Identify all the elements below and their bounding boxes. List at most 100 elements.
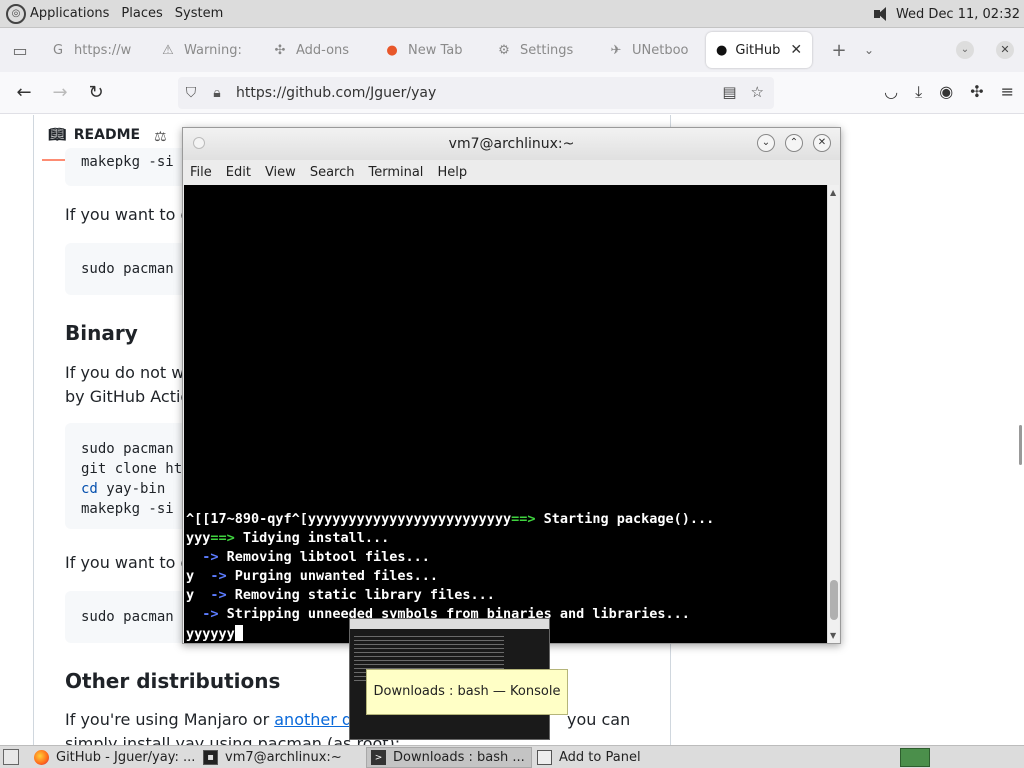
taskbar-item-firefox[interactable]: GitHub - Jguer/yay: ...	[30, 747, 198, 768]
taskbar-label: GitHub - Jguer/yay: ...	[56, 750, 196, 765]
terminal-text: y	[186, 568, 211, 584]
maximize-icon[interactable]: ⌃	[785, 134, 803, 152]
firefox-view-icon[interactable]: ▭	[0, 28, 40, 72]
code-line: makepkg -si	[81, 154, 174, 170]
code-block[interactable]: sudo pacman -	[65, 243, 195, 295]
google-icon: G	[52, 42, 64, 58]
terminal-cursor	[234, 625, 243, 641]
nav-bar: ← → ↻ ⛉ 🔒︎ https://github.com/Jguer/yay …	[0, 72, 1024, 114]
tab-label: New Tab	[408, 42, 463, 58]
distro-logo-icon[interactable]: ◎	[6, 3, 26, 24]
readme-tab[interactable]: 📖︎ README	[48, 127, 140, 143]
forward-icon[interactable]: →	[42, 77, 78, 109]
tab-new-tab[interactable]: ● New Tab	[374, 32, 484, 68]
account-icon[interactable]: ◉	[939, 82, 953, 102]
minimize-icon[interactable]: ⌄	[757, 134, 775, 152]
terminal-screen[interactable]: ^[[17~890-qyf^[yyyyyyyyyyyyyyyyyyyyyyyyy…	[184, 185, 828, 643]
terminal-window[interactable]: vm7@archlinux:~ ⌄ ⌃ ✕ File Edit View Sea…	[182, 127, 841, 644]
reader-view-icon[interactable]: ▤	[722, 83, 736, 101]
warning-icon: ⚠	[162, 42, 174, 58]
pocket-icon[interactable]: ◡	[884, 82, 898, 102]
terminal-scrollbar[interactable]: ▲ ▼	[827, 185, 839, 643]
tab-strip: ▭ G https://w ⚠ Warning: ✣ Add-ons ● New…	[0, 28, 1024, 72]
code-line: sudo pacman -	[81, 441, 191, 457]
book-icon: 📖︎	[48, 127, 66, 143]
menu-view[interactable]: View	[265, 165, 296, 180]
clock[interactable]: Wed Dec 11, 02:32	[896, 7, 1020, 22]
new-tab-icon[interactable]: +	[824, 40, 854, 61]
tab-addons[interactable]: ✣ Add-ons	[262, 32, 372, 68]
scroll-down-icon[interactable]: ▼	[830, 631, 836, 640]
extensions-icon[interactable]: ✣	[970, 82, 983, 102]
close-icon[interactable]: ✕	[813, 134, 831, 152]
top-panel: ◎ Applications Places System Wed Dec 11,…	[0, 0, 1024, 28]
bookmark-star-icon[interactable]: ☆	[751, 83, 764, 101]
taskbar-label: Downloads : bash ...	[393, 750, 525, 765]
terminal-text: yyyyyy	[186, 626, 235, 642]
shield-icon[interactable]: ⛉	[178, 85, 204, 101]
code-line: cd yay-bin	[81, 479, 179, 499]
tab-label: UNetboo	[632, 42, 689, 58]
tab-unetbootin[interactable]: ✈ UNetboo	[598, 32, 704, 68]
applications-menu[interactable]: Applications	[30, 6, 109, 21]
menu-file[interactable]: File	[190, 165, 212, 180]
code-line: sudo pacman -	[81, 261, 191, 277]
tab-warning[interactable]: ⚠ Warning:	[150, 32, 260, 68]
preview-titlebar	[350, 619, 549, 629]
code-text: yay-bin	[97, 481, 166, 497]
license-scale-icon[interactable]: ⚖	[154, 129, 167, 145]
taskbar-item-konsole[interactable]: > Downloads : bash ...	[366, 747, 532, 768]
terminal-titlebar[interactable]: vm7@archlinux:~ ⌄ ⌃ ✕	[183, 128, 840, 160]
list-tabs-icon[interactable]: ⌄	[854, 43, 884, 57]
firefox-icon: ●	[386, 42, 398, 58]
system-menu[interactable]: System	[175, 6, 223, 21]
terminal-text: Purging unwanted files...	[226, 568, 438, 584]
back-icon[interactable]: ←	[6, 77, 42, 109]
show-desktop-icon[interactable]	[3, 749, 19, 765]
taskbar-label: Add to Panel	[559, 750, 641, 765]
menu-search[interactable]: Search	[310, 165, 355, 180]
code-block[interactable]: sudo pacman -	[65, 591, 195, 643]
menu-help[interactable]: Help	[437, 165, 467, 180]
tab-google[interactable]: G https://w	[40, 32, 148, 68]
rocket-icon: ✈	[610, 42, 622, 58]
terminal-text: Tidying install...	[234, 530, 390, 546]
terminal-prompt-line: yyyyyy	[186, 625, 243, 642]
taskbar-item-terminal[interactable]: ▪ vm7@archlinux:~	[199, 747, 365, 768]
minimize-window-icon[interactable]: ⌄	[956, 41, 974, 59]
terminal-line: y -> Purging unwanted files...	[186, 568, 438, 584]
code-keyword: cd	[81, 481, 98, 497]
terminal-line: -> Removing libtool files...	[186, 549, 430, 565]
url-text[interactable]: https://github.com/Jguer/yay	[236, 85, 436, 101]
page-scroll-indicator[interactable]	[1019, 425, 1022, 465]
reload-icon[interactable]: ↻	[78, 77, 114, 109]
menu-icon[interactable]: ≡	[1001, 82, 1014, 102]
tab-label: https://w	[74, 42, 132, 58]
readme-label: README	[73, 127, 141, 143]
scrollbar-thumb[interactable]	[830, 580, 838, 620]
code-block[interactable]: sudo pacman - git clone htt cd yay-bin m…	[65, 423, 195, 529]
scroll-up-icon[interactable]: ▲	[830, 188, 836, 197]
taskbar-item-add-to-panel[interactable]: Add to Panel	[533, 747, 683, 768]
close-window-icon[interactable]: ✕	[996, 41, 1014, 59]
workspace-switcher[interactable]	[900, 748, 930, 767]
tab-github[interactable]: ● GitHub ✕	[706, 32, 812, 68]
url-bar[interactable]: ⛉ 🔒︎ https://github.com/Jguer/yay ▤ ☆	[178, 77, 774, 109]
close-tab-icon[interactable]: ✕	[790, 42, 802, 58]
code-line: git clone htt	[81, 461, 191, 477]
menu-terminal[interactable]: Terminal	[368, 165, 423, 180]
menu-edit[interactable]: Edit	[226, 165, 251, 180]
terminal-arrow: ->	[210, 587, 227, 603]
lock-icon[interactable]: 🔒︎	[204, 85, 230, 101]
code-block[interactable]: makepkg -si	[65, 148, 195, 186]
heading-binary: Binary	[65, 321, 138, 345]
volume-icon[interactable]	[872, 5, 890, 23]
terminal-text: y	[186, 587, 211, 603]
places-menu[interactable]: Places	[121, 6, 162, 21]
terminal-text: ^[[17~890-qyf^[yyyyyyyyyyyyyyyyyyyyyyyyy	[186, 511, 512, 527]
tab-settings[interactable]: ⚙ Settings	[486, 32, 596, 68]
puzzle-icon: ✣	[274, 42, 286, 58]
download-icon[interactable]: ⤓	[915, 82, 922, 102]
